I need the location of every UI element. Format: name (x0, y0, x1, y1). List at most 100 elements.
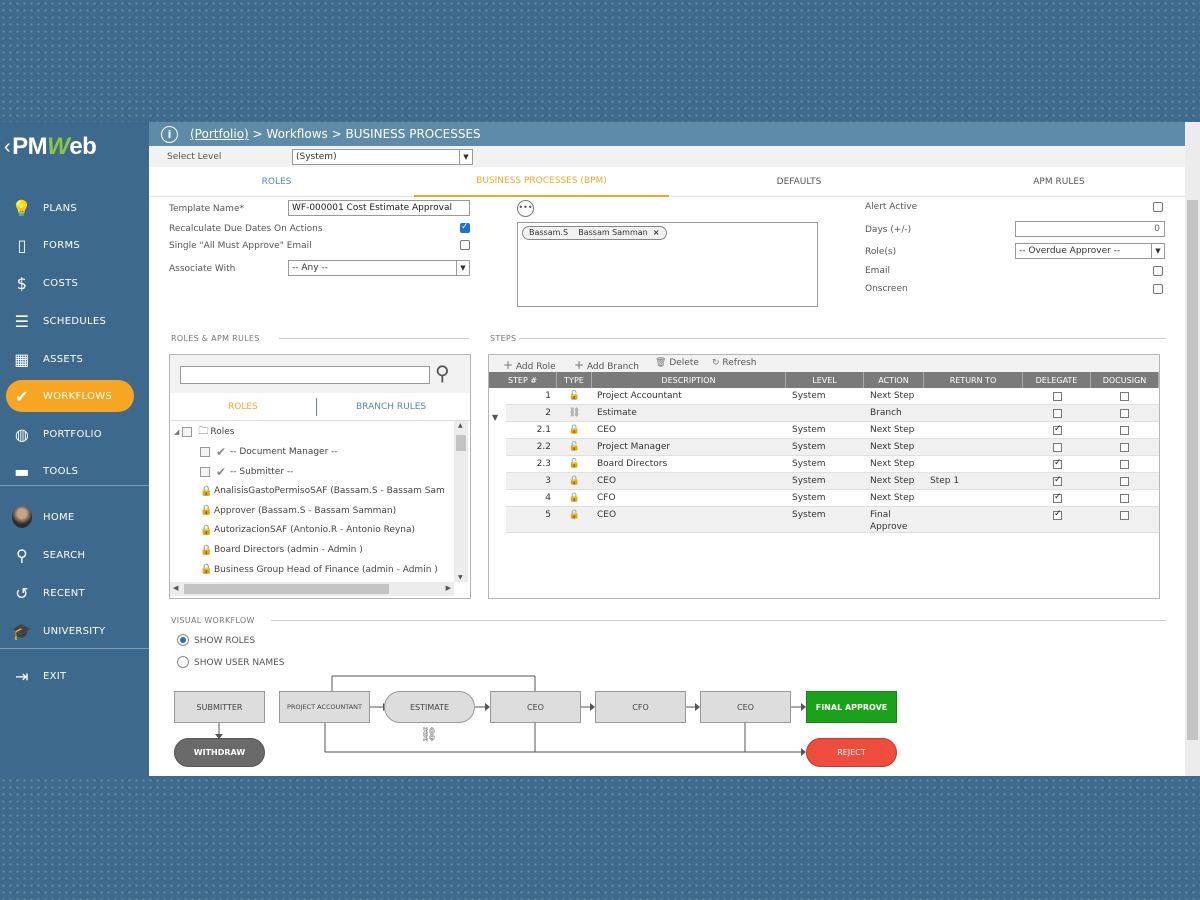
show-user-names-radio[interactable] (177, 656, 189, 668)
scroll-right-icon[interactable]: ▶ (446, 584, 451, 592)
info-icon[interactable]: i (161, 125, 178, 143)
table-row[interactable]: 1 🔓 Project Accountant System Next Step (506, 388, 1159, 405)
pmweb-logo[interactable]: ‹ PM Web (0, 122, 149, 172)
docusign-checkbox[interactable] (1120, 511, 1129, 520)
role-list-item[interactable]: ✔ -- Document Manager -- (200, 443, 338, 461)
role-list-item[interactable]: 🔒 AutorizacionSAF (Antonio.R - Antonio Re… (200, 521, 415, 539)
docusign-checkbox[interactable] (1120, 494, 1129, 503)
scroll-down-icon[interactable]: ▼ (458, 574, 463, 581)
tab-roles-list[interactable]: ROLES (228, 402, 258, 412)
node-ceo-1[interactable]: CEO (490, 691, 581, 723)
tree-hscrollbar[interactable]: ◀ ▶ (170, 582, 454, 596)
recalc-due-dates-checkbox[interactable] (460, 222, 470, 233)
role-list-item[interactable]: ✔ -- Submitter -- (200, 463, 293, 481)
delegate-checkbox[interactable] (1053, 424, 1062, 435)
sidebar-item-portfolio[interactable]: ◍ PORTFOLIO (0, 418, 149, 450)
sidebar-item-workflows[interactable]: ✔ WORKFLOWS (6, 380, 134, 412)
table-row[interactable]: 4 🔒 CFO System Next Step (506, 490, 1159, 507)
onscreen-checkbox[interactable] (1153, 284, 1163, 294)
scroll-up-icon[interactable]: ▲ (458, 422, 463, 429)
scroll-left-icon[interactable]: ◀ (173, 584, 178, 592)
role-list-item[interactable]: 🔒 Approver (Bassam.S - Bassam Samman) (200, 502, 396, 520)
table-row[interactable]: 2 ⛓ Estimate Branch (506, 405, 1159, 422)
tab-apm-rules[interactable]: APM RULES (929, 167, 1189, 197)
docusign-checkbox[interactable] (1120, 392, 1129, 401)
alert-roles-dropdown[interactable]: -- Overdue Approver -- ▼ (1015, 243, 1165, 259)
delegate-checkbox[interactable] (1053, 475, 1062, 486)
sidebar-item-assets[interactable]: ▦ ASSETS (0, 343, 149, 375)
sidebar-item-recent[interactable]: ↺ RECENT (0, 577, 149, 609)
tab-defaults[interactable]: DEFAULTS (669, 167, 929, 197)
column-header-action[interactable]: ACTION (864, 372, 924, 388)
node-estimate[interactable]: ESTIMATE (384, 691, 475, 723)
caret-down-icon[interactable]: ◢ (174, 428, 179, 436)
docusign-checkbox[interactable] (1120, 460, 1129, 469)
role-list-item[interactable]: 🔒 Board Directors (admin - Admin ) (200, 541, 363, 559)
sidebar-item-tools[interactable]: ▬ TOOLS (0, 455, 149, 487)
single-email-checkbox[interactable] (460, 240, 470, 250)
tab-branch-rules[interactable]: BRANCH RULES (356, 402, 426, 412)
tree-scrollbar[interactable]: ▲ ▼ (454, 421, 468, 582)
delegate-checkbox[interactable] (1053, 509, 1062, 520)
table-row[interactable]: 5 🔒 CEO System Final Approve (506, 507, 1159, 533)
delegate-checkbox[interactable] (1053, 458, 1062, 469)
node-withdraw[interactable]: WITHDRAW (174, 738, 265, 767)
sidebar-item-exit[interactable]: ⇥ EXIT (0, 660, 149, 692)
scroll-thumb[interactable] (184, 584, 389, 594)
node-reject[interactable]: REJECT (806, 738, 897, 767)
sidebar-item-search[interactable]: ⚲ SEARCH (0, 539, 149, 571)
sidebar-item-costs[interactable]: $ COSTS (0, 267, 149, 299)
column-header-level[interactable]: LEVEL (786, 372, 864, 388)
table-row[interactable]: 2.1 🔒 CEO System Next Step (506, 422, 1159, 439)
delegate-checkbox[interactable] (1053, 409, 1062, 418)
node-final-approve[interactable]: FINAL APPROVE (806, 691, 897, 723)
select-level-dropdown[interactable]: (System) ▼ (292, 149, 473, 165)
collapse-branch-icon[interactable]: ▼ (492, 413, 498, 422)
show-roles-radio[interactable] (177, 634, 189, 646)
docusign-checkbox[interactable] (1120, 409, 1129, 418)
node-submitter[interactable]: SUBMITTER (174, 691, 265, 723)
users-box[interactable]: Bassam.S Bassam Samman × (517, 222, 818, 307)
alert-active-checkbox[interactable] (1153, 202, 1163, 212)
more-options-icon[interactable]: ••• (517, 200, 534, 217)
column-header-description[interactable]: DESCRIPTION (592, 372, 786, 388)
checkbox[interactable] (182, 427, 193, 437)
sidebar-item-plans[interactable]: 💡 PLANS (0, 192, 149, 224)
template-name-field[interactable]: WF-000001 Cost Estimate Approval (288, 200, 470, 216)
delegate-checkbox[interactable] (1053, 492, 1062, 503)
node-project-accountant[interactable]: PROJECT ACCOUNTANT (279, 691, 370, 723)
back-chevron-icon[interactable]: ‹ (4, 136, 11, 159)
associate-with-dropdown[interactable]: -- Any -- ▼ (288, 260, 470, 276)
docusign-checkbox[interactable] (1120, 477, 1129, 486)
docusign-checkbox[interactable] (1120, 426, 1129, 435)
column-header-return-to[interactable]: RETURN TO (924, 372, 1023, 388)
delegate-checkbox[interactable] (1053, 443, 1062, 452)
sidebar-item-schedules[interactable]: ☰ SCHEDULES (0, 305, 149, 337)
column-header-delegate[interactable]: DELEGATE (1023, 372, 1091, 388)
sidebar-item-university[interactable]: 🎓 UNIVERSITY (0, 615, 149, 647)
checkbox[interactable] (200, 466, 210, 477)
column-header-step[interactable]: STEP # (489, 372, 557, 388)
table-row[interactable]: 2.2 🔓 Project Manager System Next Step (506, 439, 1159, 456)
column-header-docusign[interactable]: DOCUSIGN (1091, 372, 1159, 388)
table-row[interactable]: 2.3 🔓 Board Directors System Next Step (506, 456, 1159, 473)
add-branch-button[interactable]: + Add Branch (574, 358, 639, 372)
checkbox[interactable] (200, 447, 210, 457)
delete-button[interactable]: 🗑 Delete (655, 358, 699, 368)
scroll-thumb[interactable] (456, 435, 466, 451)
column-header-type[interactable]: TYPE (557, 372, 592, 388)
email-checkbox[interactable] (1153, 266, 1163, 276)
add-role-button[interactable]: + Add Role (503, 358, 556, 372)
delegate-checkbox[interactable] (1053, 392, 1062, 401)
tab-business-processes[interactable]: BUSINESS PROCESSES (BPM) (414, 167, 669, 197)
search-icon[interactable]: ⚲ (435, 361, 450, 385)
sidebar-item-forms[interactable]: ▯ FORMS (0, 229, 149, 261)
days-field[interactable]: 0 (1015, 221, 1165, 237)
sidebar-item-home[interactable]: HOME (0, 501, 149, 533)
tree-root[interactable]: ◢ 🗀 Roles (174, 423, 234, 441)
role-list-item[interactable]: 🔒 AnalisisGastoPermisoSAF (Bassam.S - Bas… (200, 482, 445, 500)
refresh-button[interactable]: ↻ Refresh (712, 358, 756, 368)
tab-roles[interactable]: ROLES (149, 167, 404, 197)
docusign-checkbox[interactable] (1120, 443, 1129, 452)
roles-search-input[interactable] (180, 366, 430, 384)
